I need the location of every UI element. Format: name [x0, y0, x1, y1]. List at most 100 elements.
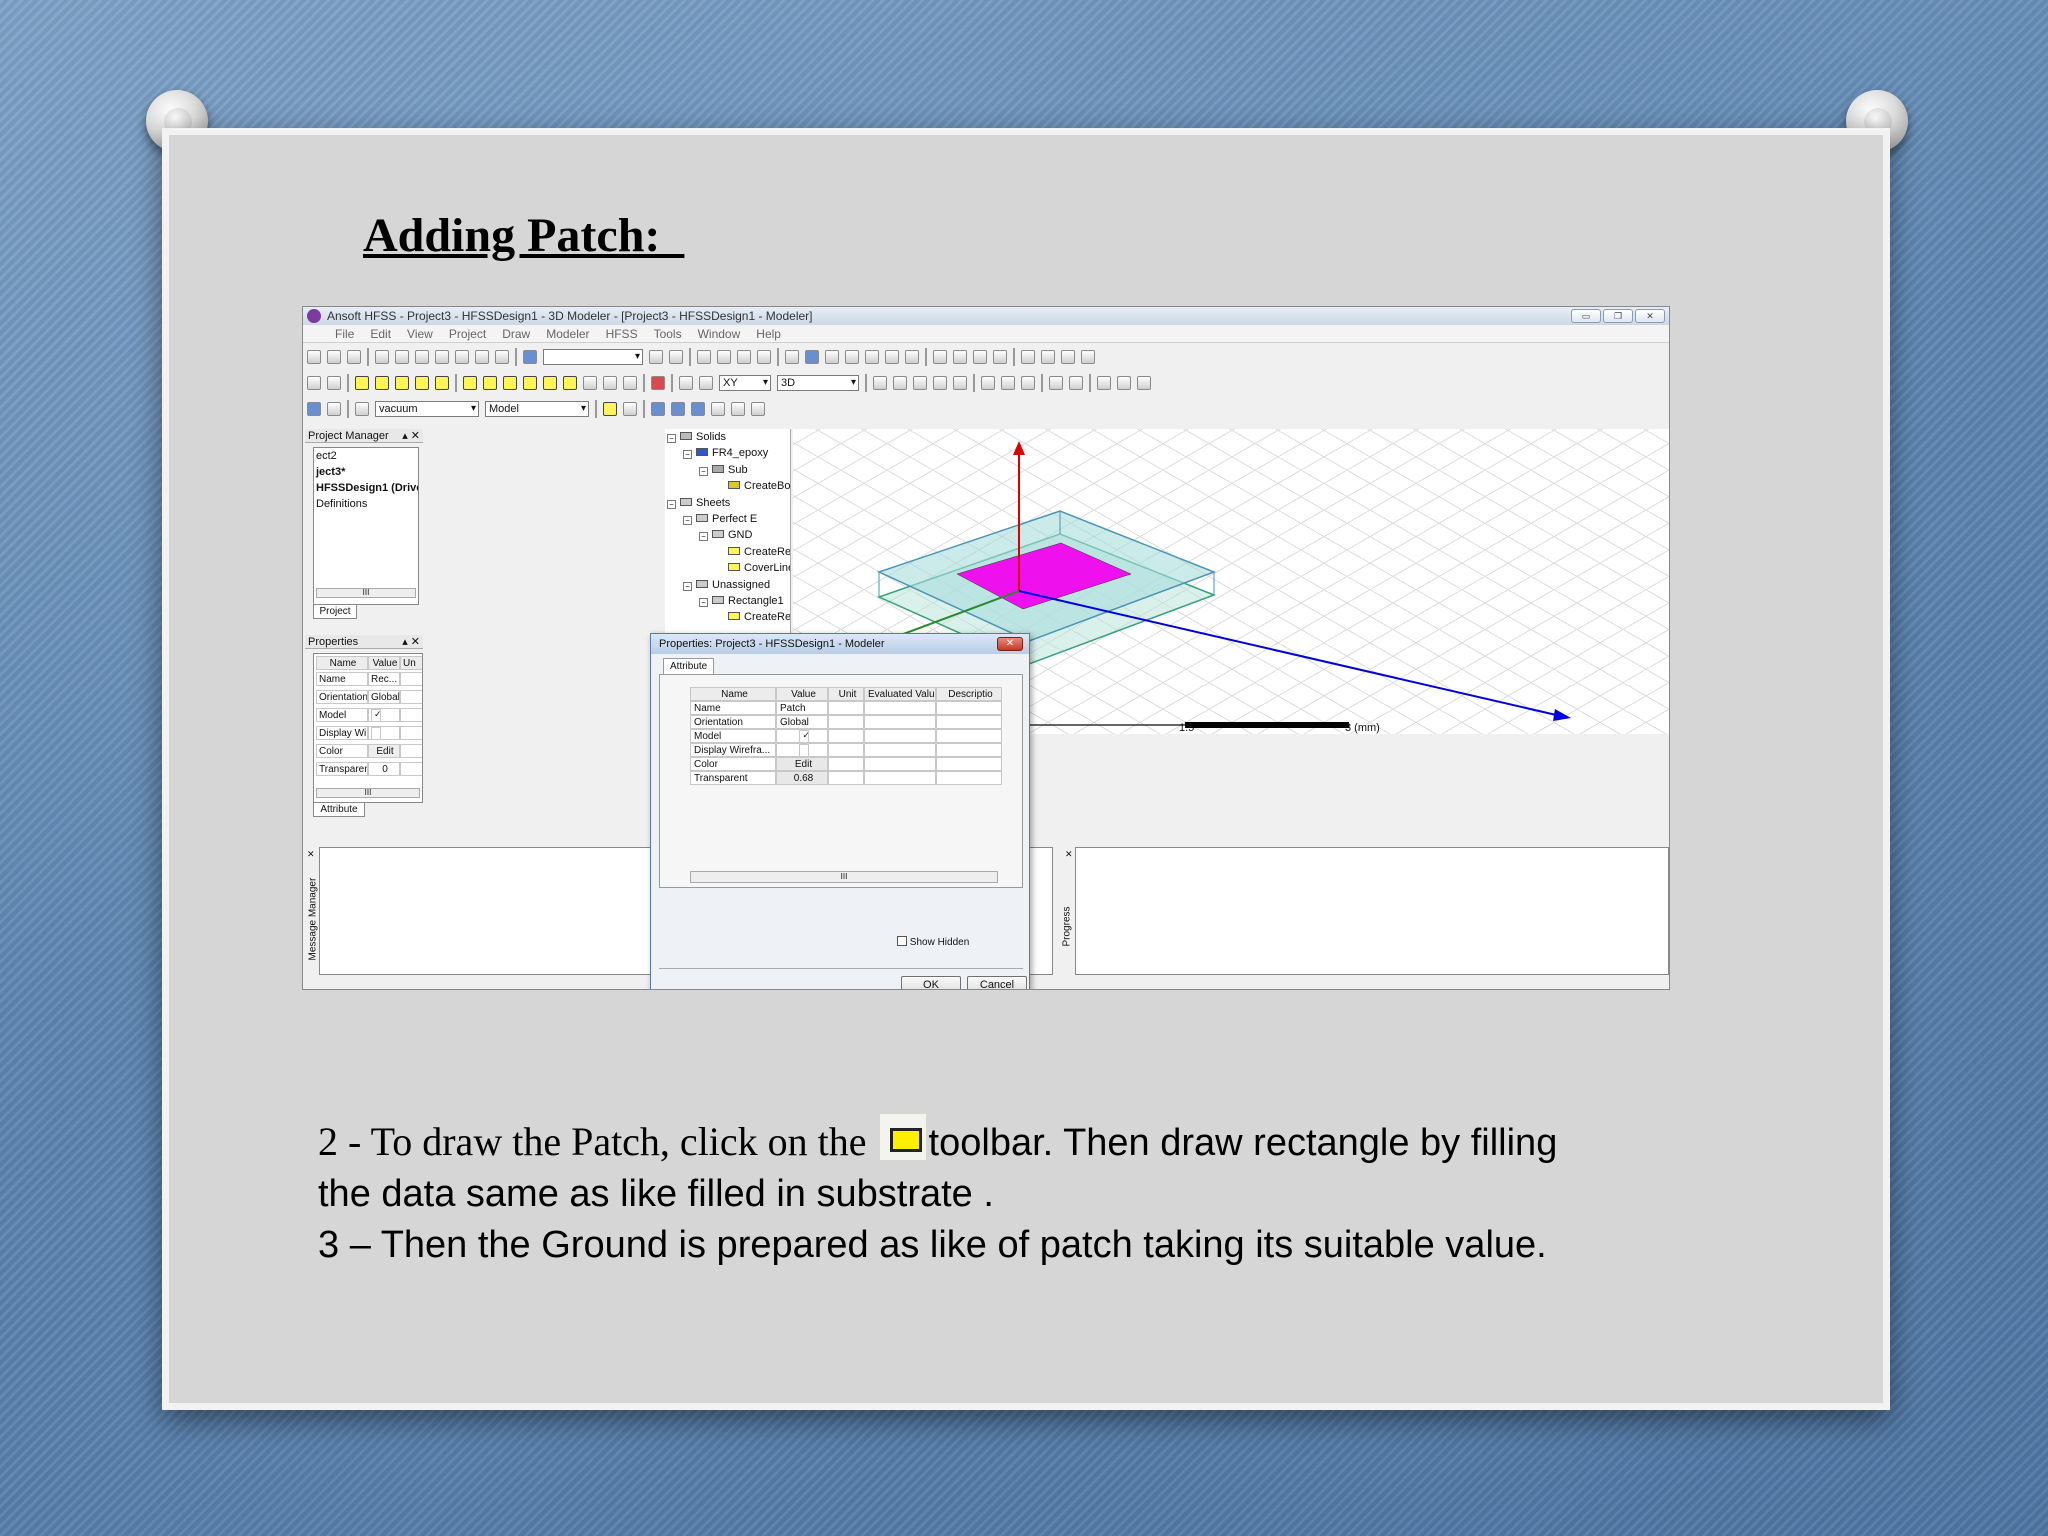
expand-toggle-icon[interactable]: − — [667, 499, 676, 509]
snap-vertex-icon[interactable] — [671, 402, 685, 416]
excitation-icon[interactable] — [327, 402, 341, 416]
project-item[interactable]: ect2 — [316, 448, 418, 464]
rotate-icon[interactable] — [805, 350, 819, 364]
menu-help[interactable]: Help — [756, 325, 781, 342]
draw-helix-icon[interactable] — [583, 376, 597, 390]
print-icon[interactable] — [435, 350, 449, 364]
draw-spiral-icon[interactable] — [603, 376, 617, 390]
tree-item[interactable]: CoverLine — [665, 560, 790, 576]
expand-toggle-icon[interactable]: − — [699, 598, 708, 608]
expand-toggle-icon[interactable]: − — [683, 516, 692, 526]
tree-item[interactable]: CreateBox — [665, 478, 790, 494]
pan-icon[interactable] — [785, 350, 799, 364]
wireframe-checkbox[interactable] — [371, 727, 381, 739]
snap-grid-icon[interactable] — [651, 402, 665, 416]
color-edit-button[interactable]: Edit — [368, 744, 400, 758]
expand-toggle-icon[interactable]: − — [683, 450, 692, 460]
draw-box-icon[interactable] — [463, 376, 477, 390]
fit-selection-icon[interactable] — [953, 350, 967, 364]
model-checkbox[interactable]: ✓ — [371, 709, 381, 721]
cut-icon[interactable] — [375, 350, 389, 364]
mode-combo[interactable]: 3D — [777, 375, 859, 391]
dialog-tab-attribute[interactable]: Attribute — [663, 658, 715, 674]
close-icon[interactable]: ▴ ✕ — [402, 635, 420, 649]
snap-center-icon[interactable] — [731, 402, 745, 416]
undo-icon[interactable] — [475, 350, 489, 364]
expand-toggle-icon[interactable]: − — [683, 581, 692, 591]
dialog-wireframe-checkbox[interactable] — [798, 744, 809, 756]
show-hidden-checkbox[interactable] — [897, 936, 907, 946]
snap-quadrant-icon[interactable] — [751, 402, 765, 416]
draw-rectangle-icon[interactable] — [355, 376, 369, 390]
subtract-icon[interactable] — [893, 376, 907, 390]
face-select-icon[interactable] — [603, 402, 617, 416]
select-icon[interactable] — [523, 350, 537, 364]
show-icon[interactable] — [973, 350, 987, 364]
create-region-icon[interactable] — [651, 376, 665, 390]
zoom-out-icon[interactable] — [905, 350, 919, 364]
message-list-right[interactable] — [1029, 847, 1053, 975]
ruler-icon[interactable] — [1117, 376, 1131, 390]
horizontal-scrollbar[interactable]: III — [316, 588, 416, 598]
validate-icon[interactable] — [649, 350, 663, 364]
menu-draw[interactable]: Draw — [502, 325, 530, 342]
tree-item[interactable]: − Perfect E — [665, 511, 790, 527]
draw-regular-polyhedron-icon[interactable] — [503, 376, 517, 390]
menu-edit[interactable]: Edit — [370, 325, 391, 342]
save-icon[interactable] — [347, 350, 361, 364]
tree-item[interactable]: − FR4_epoxy — [665, 445, 790, 461]
thicken-icon[interactable] — [1069, 376, 1083, 390]
open-icon[interactable] — [327, 350, 341, 364]
draw-cylinder-icon[interactable] — [483, 376, 497, 390]
delete-icon[interactable] — [455, 350, 469, 364]
snap-face-icon[interactable] — [711, 402, 725, 416]
field-overlay-icon[interactable] — [717, 350, 731, 364]
unite-icon[interactable] — [873, 376, 887, 390]
draw-sphere-icon[interactable] — [543, 376, 557, 390]
point-icon[interactable] — [679, 376, 693, 390]
arc-icon[interactable] — [1061, 350, 1075, 364]
definitions-item[interactable]: Definitions — [316, 496, 418, 512]
tree-item[interactable]: − Solids — [665, 429, 790, 445]
show-hidden-option[interactable]: Show Hidden — [897, 936, 969, 948]
draw-ellipse-icon[interactable] — [415, 376, 429, 390]
draw-cone-icon[interactable] — [523, 376, 537, 390]
results-icon[interactable] — [697, 350, 711, 364]
split-icon[interactable] — [933, 376, 947, 390]
tree-item[interactable]: − Sub — [665, 462, 790, 478]
object-select-icon[interactable] — [623, 402, 637, 416]
material-combo[interactable]: vacuum — [375, 401, 479, 417]
rotate-object-icon[interactable] — [1001, 376, 1015, 390]
rotate-screen-icon[interactable] — [845, 350, 859, 364]
draw-polygon-icon[interactable] — [395, 376, 409, 390]
plane-combo[interactable]: XY — [719, 375, 771, 391]
project-item[interactable]: ject3* — [316, 464, 418, 480]
snap-edge-icon[interactable] — [691, 402, 705, 416]
rotate-around-icon[interactable] — [825, 350, 839, 364]
menu-project[interactable]: Project — [449, 325, 486, 342]
draw-torus-icon[interactable] — [563, 376, 577, 390]
tree-item[interactable]: − Rectangle1 — [665, 593, 790, 609]
menu-window[interactable]: Window — [698, 325, 741, 342]
analyze-icon[interactable] — [669, 350, 683, 364]
menu-modeler[interactable]: Modeler — [546, 325, 589, 342]
new-icon[interactable] — [307, 350, 321, 364]
tree-item[interactable]: − Unassigned — [665, 577, 790, 593]
close-icon[interactable]: ▴ ✕ — [402, 429, 420, 443]
draw-bondwire-icon[interactable] — [623, 376, 637, 390]
expand-toggle-icon[interactable] — [715, 481, 724, 490]
equation-curve-icon[interactable] — [1081, 350, 1095, 364]
message-list[interactable] — [319, 847, 659, 975]
dialog-horizontal-scrollbar[interactable]: III — [690, 871, 998, 883]
menu-hfss[interactable]: HFSS — [606, 325, 638, 342]
context-help-icon[interactable] — [327, 376, 341, 390]
paste-icon[interactable] — [415, 350, 429, 364]
redo-icon[interactable] — [495, 350, 509, 364]
expand-toggle-icon[interactable] — [715, 547, 724, 556]
coordinate-icon[interactable] — [1137, 376, 1151, 390]
minimize-button[interactable]: ▭ — [1571, 309, 1601, 323]
tree-item[interactable]: − GND — [665, 527, 790, 543]
close-button[interactable]: ✕ — [1635, 309, 1665, 323]
close-icon[interactable]: ✕ — [1065, 849, 1073, 860]
report-icon[interactable] — [757, 350, 771, 364]
